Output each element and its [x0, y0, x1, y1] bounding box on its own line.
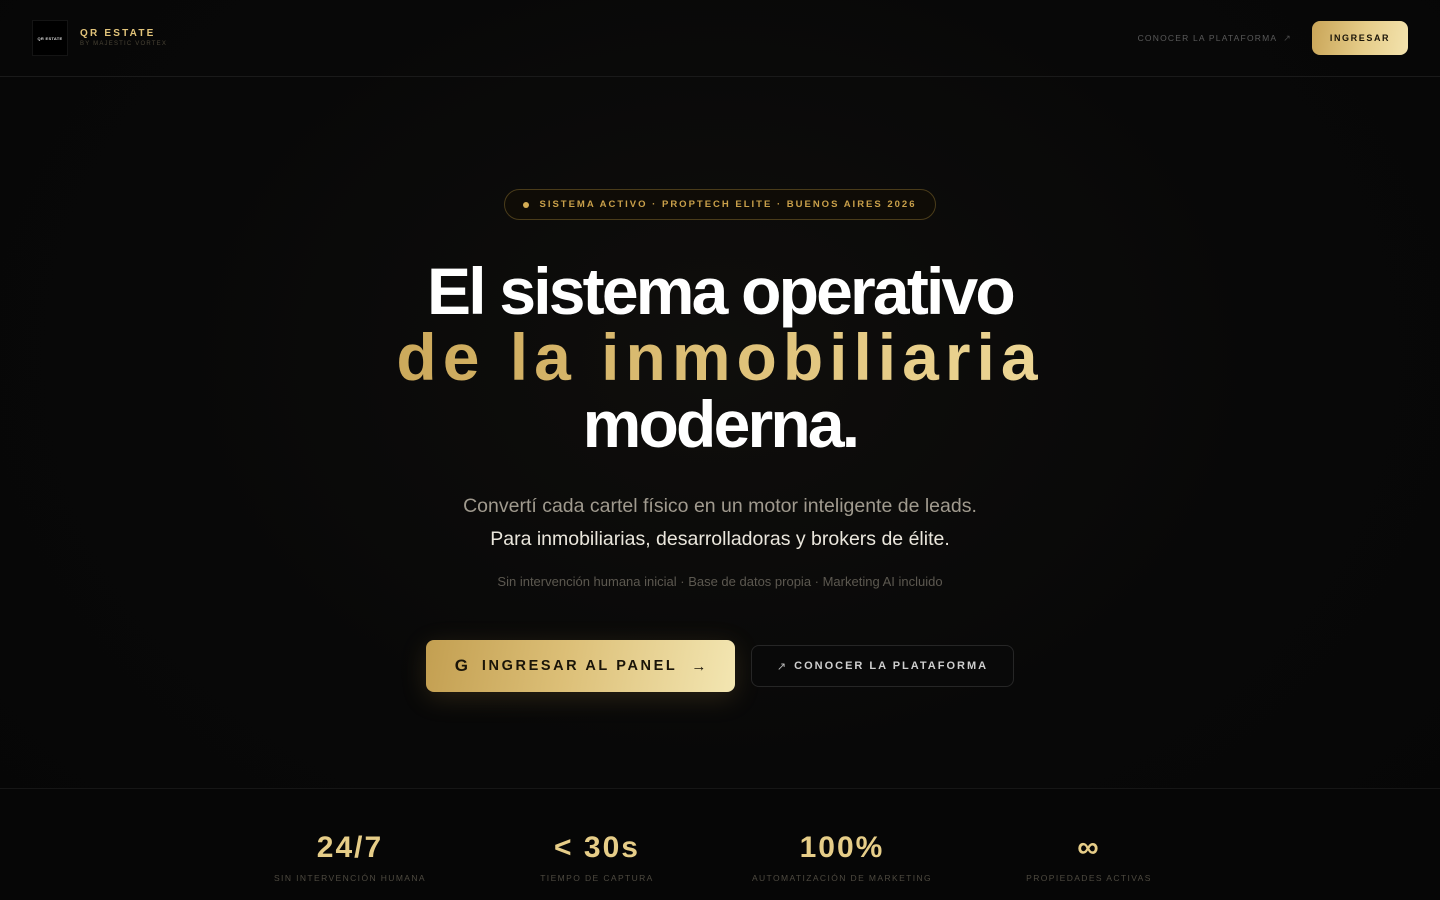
nav-link-label: CONOCER LA PLATAFORMA [1137, 33, 1278, 43]
nav-actions: CONOCER LA PLATAFORMA ↗ INGRESAR [1138, 21, 1408, 55]
logo-icon: QR ESTATE [32, 20, 68, 56]
stat-item: < 30s TIEMPO DE CAPTURA [477, 831, 717, 883]
discover-platform-label: CONOCER LA PLATAFORMA [794, 660, 989, 672]
status-badge-text: SISTEMA ACTIVO · PROPTECH ELITE · BUENOS… [539, 199, 917, 210]
brand[interactable]: QR ESTATE QR ESTATE BY MAJESTIC VORTEX [32, 20, 167, 56]
external-link-icon: ↗ [1283, 32, 1292, 43]
status-badge: SISTEMA ACTIVO · PROPTECH ELITE · BUENOS… [504, 189, 936, 220]
brand-text: QR ESTATE BY MAJESTIC VORTEX [80, 28, 168, 48]
external-link-icon: ↗ [776, 660, 787, 673]
stat-label: SIN INTERVENCIÓN HUMANA [273, 873, 426, 883]
stat-label: TIEMPO DE CAPTURA [540, 873, 654, 883]
headline-line-3: moderna. [582, 387, 860, 461]
stat-label: AUTOMATIZACIÓN DE MARKETING [751, 873, 933, 883]
landing-page: QR ESTATE QR ESTATE BY MAJESTIC VORTEX C… [0, 0, 1440, 900]
status-dot-icon [523, 201, 530, 208]
stats-bar: 24/7 SIN INTERVENCIÓN HUMANA < 30s TIEMP… [0, 788, 1440, 900]
nav-link-platform[interactable]: CONOCER LA PLATAFORMA ↗ [1138, 33, 1292, 44]
login-button[interactable]: INGRESAR [1312, 21, 1408, 55]
top-navbar: QR ESTATE QR ESTATE BY MAJESTIC VORTEX C… [0, 0, 1440, 77]
enter-panel-label: INGRESAR AL PANEL [481, 658, 678, 674]
hero-subtitle-2: Para inmobiliarias, desarrolladoras y br… [490, 528, 950, 550]
stat-value: 24/7 [316, 831, 384, 864]
stat-label: PROPIEDADES ACTIVAS [1026, 873, 1152, 883]
arrow-right-icon: → [691, 657, 707, 675]
enter-panel-button[interactable]: G INGRESAR AL PANEL → [426, 640, 735, 692]
google-icon: G [454, 656, 468, 675]
discover-platform-button[interactable]: ↗ CONOCER LA PLATAFORMA [751, 645, 1014, 687]
hero-headline: El sistema operativo de la inmobiliaria … [0, 258, 1440, 458]
hero-features: Sin intervención humana inicial · Base d… [497, 574, 943, 589]
brand-title: QR ESTATE [80, 28, 156, 39]
stat-value: ∞ [1077, 831, 1101, 864]
stat-item: 100% AUTOMATIZACIÓN DE MARKETING [722, 831, 962, 883]
stat-item: ∞ PROPIEDADES ACTIVAS [969, 831, 1209, 883]
headline-line-2: de la inmobiliaria [0, 324, 1440, 390]
stat-item: 24/7 SIN INTERVENCIÓN HUMANA [230, 831, 470, 883]
stat-value: < 30s [554, 831, 640, 864]
stat-value: 100% [799, 831, 885, 864]
brand-subtitle: BY MAJESTIC VORTEX [80, 41, 168, 47]
headline-line-1: El sistema operativo [427, 254, 1016, 328]
hero-subtitle-1: Convertí cada cartel físico en un motor … [463, 495, 977, 517]
